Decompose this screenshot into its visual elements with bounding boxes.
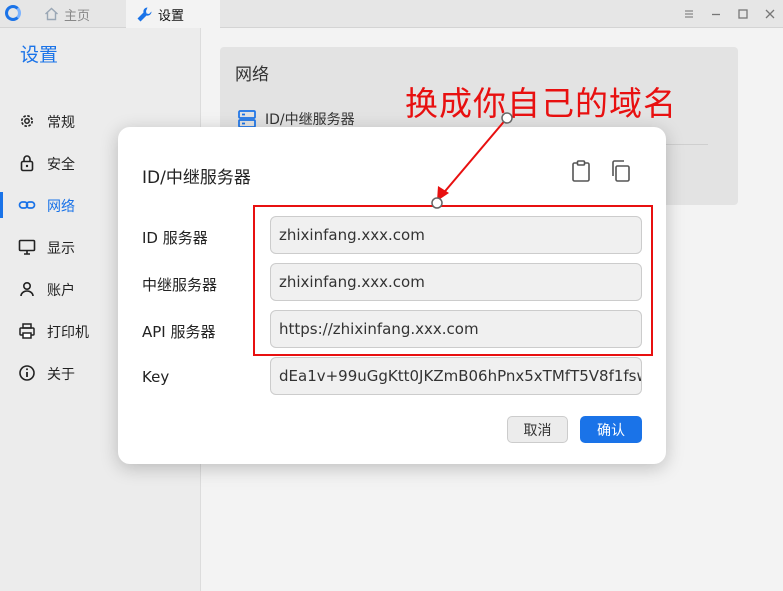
sidebar-item-label: 网络 [47,199,75,215]
app-logo-icon [5,5,21,21]
active-indicator [0,192,3,218]
gear-icon [21,115,33,127]
sidebar-item-label: 账户 [47,283,75,299]
wrench-icon [137,6,152,21]
sidebar-item-label: 常规 [47,115,75,131]
sidebar-item-label: 显示 [47,241,75,257]
title-bar: 主页 设置 [0,0,783,28]
tab-home[interactable]: 主页 [38,0,96,28]
server-icon [238,110,256,128]
copy-icon[interactable] [609,159,633,183]
menu-icon[interactable] [681,6,697,22]
tab-settings[interactable]: 设置 [126,0,220,28]
confirm-button[interactable]: 确认 [580,416,642,443]
annotation-text: 换成你自己的域名 [405,84,677,123]
card-title: 网络 [235,65,269,85]
tab-settings-label: 设置 [158,8,185,24]
key-label: Key [142,368,170,386]
monitor-icon [18,239,36,255]
sidebar-item-label: 安全 [47,157,75,173]
printer-icon [19,323,35,339]
api-server-label: API 服务器 [142,323,216,341]
tab-home-label: 主页 [64,8,91,24]
id-relay-server-row[interactable]: ID/中继服务器 [237,109,355,129]
minimize-icon[interactable] [708,6,724,22]
sidebar-item-label: 打印机 [47,325,89,341]
close-icon[interactable] [762,6,778,22]
key-input[interactable]: dEa1v+99uGgKtt0JKZmB06hPnx5xTMfT5V8f1fsw [270,357,642,395]
cancel-button[interactable]: 取消 [507,416,568,443]
sidebar-title: 设置 [20,44,59,66]
sidebar-item-label: 关于 [47,367,75,383]
annotation-highlight-box [253,205,653,356]
card-item-label: ID/中继服务器 [265,112,355,128]
lock-icon [20,155,34,172]
link-icon [18,201,36,209]
id-server-label: ID 服务器 [142,229,208,247]
user-icon [20,281,34,297]
relay-server-label: 中继服务器 [142,276,218,294]
info-icon [19,365,35,381]
home-icon [45,7,58,21]
maximize-icon[interactable] [735,6,751,22]
paste-icon[interactable] [569,159,593,183]
dialog-title: ID/中继服务器 [142,168,251,188]
